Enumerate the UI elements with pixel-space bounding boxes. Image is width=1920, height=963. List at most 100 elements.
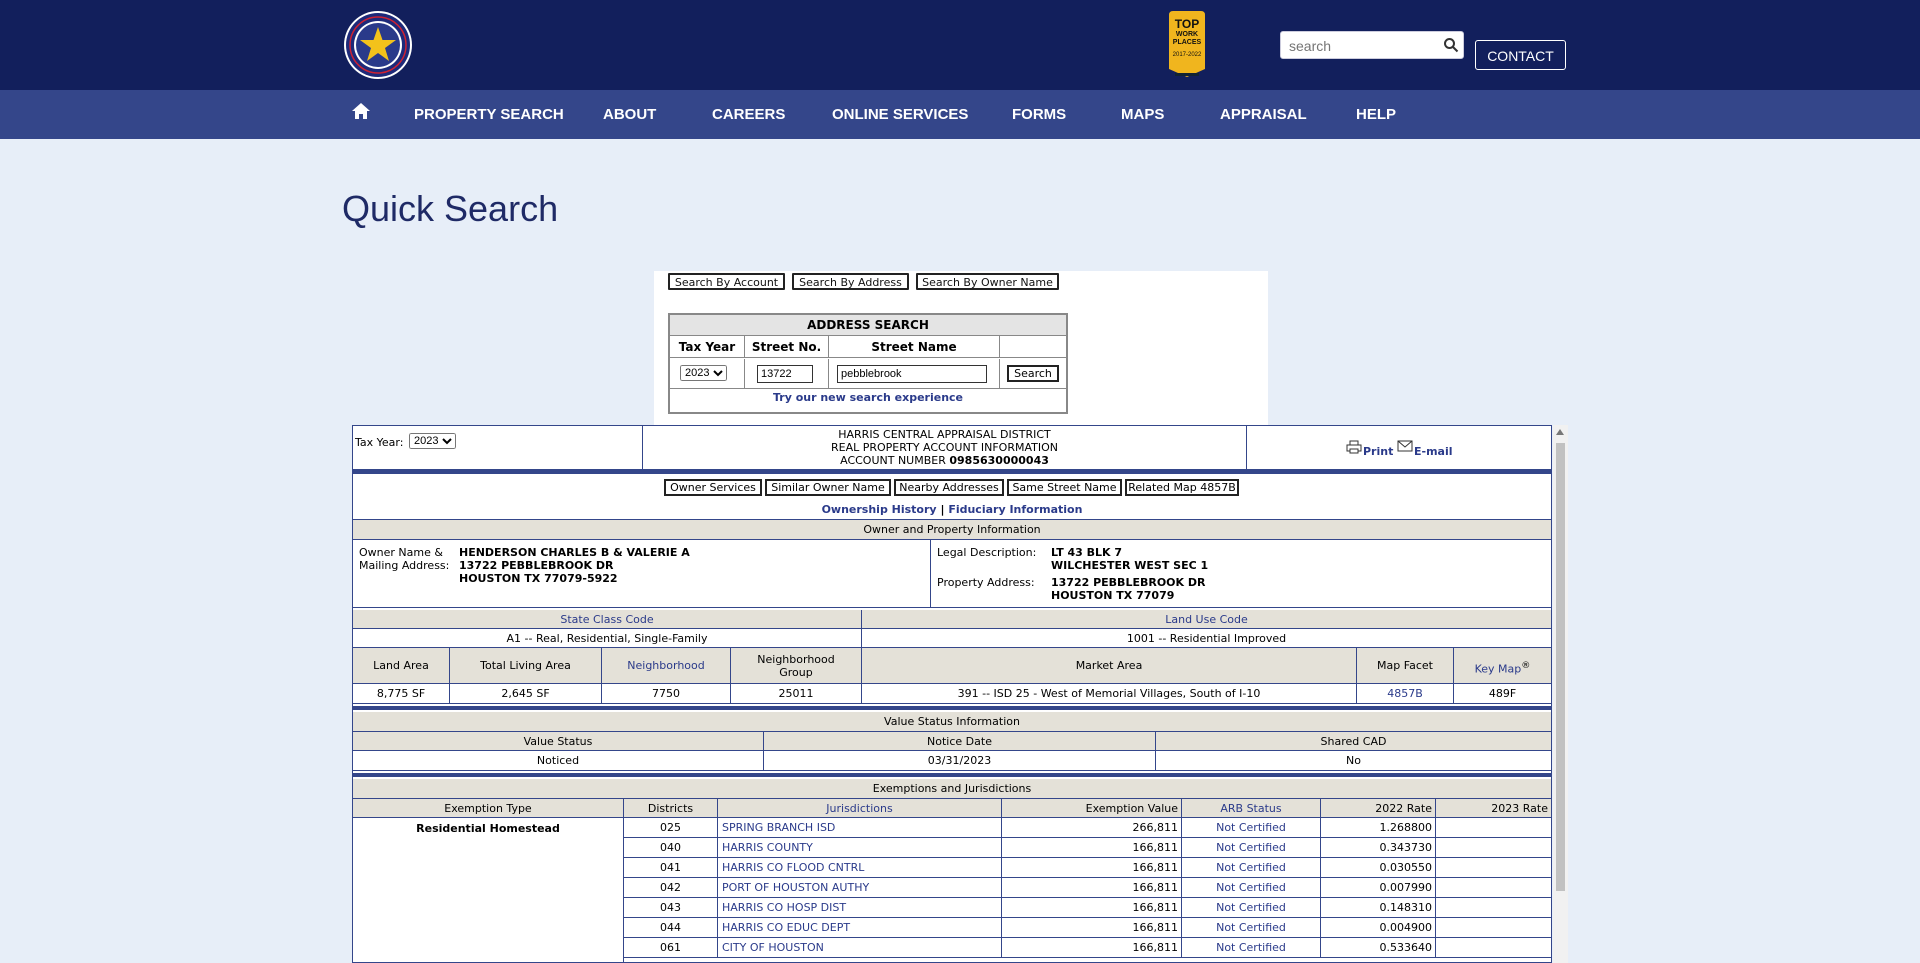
jurisdiction-arb[interactable]: Not Certified [1182,838,1321,857]
jurisdiction-arb[interactable]: Not Certified [1182,858,1321,877]
email-link[interactable]: E-mail [1414,445,1453,458]
home-icon[interactable] [351,101,371,121]
tax-year-select[interactable]: 2023 [680,365,727,381]
jurisdiction-district: 040 [624,838,718,857]
ex-col-type: Exemption Type [353,799,624,818]
account-tax-year-select[interactable]: 2023 [409,433,456,449]
same-street-button[interactable]: Same Street Name [1007,479,1122,496]
ex-col-jurisdictions[interactable]: Jurisdictions [718,799,1002,818]
address-search-form: ADDRESS SEARCH Tax Year Street No. Stree… [668,313,1068,414]
value-status-label: Value Status [353,732,764,751]
nav-maps[interactable]: MAPS [1121,90,1164,139]
jurisdiction-rate2022: 0.533640 [1321,938,1436,957]
main-nav: PROPERTY SEARCH ABOUT CAREERS ONLINE SER… [0,90,1920,139]
nav-online-services[interactable]: ONLINE SERVICES [832,90,968,139]
jurisdiction-arb[interactable]: Not Certified [1182,818,1321,837]
new-search-link[interactable]: Try our new search experience [670,391,1066,404]
account-number-line: ACCOUNT NUMBER 0985630000043 [643,454,1246,467]
account-tools-row: Owner Services Similar Owner Name Nearby… [353,476,1551,500]
nav-forms[interactable]: FORMS [1012,90,1066,139]
address-search-title: ADDRESS SEARCH [670,315,1066,336]
jurisdiction-name[interactable]: HARRIS COUNTY [718,838,1002,857]
jurisdiction-value: 166,811 [1002,918,1182,937]
map-facet-link[interactable]: 4857B [1357,684,1454,704]
nbhd-group-value: 25011 [731,684,862,704]
exemptions-header: Exemptions and Jurisdictions [353,779,1551,799]
account-title-cell: HARRIS CENTRAL APPRAISAL DISTRICT REAL P… [643,426,1247,470]
nearby-addresses-button[interactable]: Nearby Addresses [894,479,1004,496]
jurisdiction-name[interactable]: SPRING BRANCH ISD [718,818,1002,837]
state-class-label[interactable]: State Class Code [353,610,862,629]
key-map-value: 489F [1488,687,1517,700]
jurisdiction-row: 042 PORT OF HOUSTON AUTHY 166,811 Not Certi… [624,878,1551,898]
nav-help[interactable]: HELP [1356,90,1396,139]
fiduciary-link[interactable]: Fiduciary Information [948,503,1082,516]
account-scrollbar[interactable] [1553,425,1568,963]
jurisdiction-rate2023 [1436,878,1551,897]
key-map-label[interactable]: Key Map® [1454,648,1551,684]
ownership-history-link[interactable]: Ownership History [822,503,937,516]
site-search [1280,31,1464,59]
search-icon[interactable] [1443,37,1459,53]
jurisdiction-name[interactable]: HARRIS CO HOSP DIST [718,898,1002,917]
email-icon[interactable] [1397,440,1413,452]
hcad-logo[interactable] [342,9,414,81]
jurisdiction-arb[interactable]: Not Certified [1182,938,1321,957]
jurisdiction-row: 025 SPRING BRANCH ISD 266,811 Not Certified… [624,818,1551,838]
scroll-thumb[interactable] [1556,443,1565,891]
separator [353,706,1551,710]
search-by-owner-button[interactable]: Search By Owner Name [916,273,1059,290]
site-search-input[interactable] [1287,36,1441,56]
land-use-value: 1001 -- Residential Improved [1126,632,1287,645]
jurisdiction-rate2023 [1436,818,1551,837]
market-area-value: 391 -- ISD 25 - West of Memorial Village… [862,684,1357,704]
owner-city: HOUSTON TX 77079-5922 [459,572,618,585]
link-divider: | [940,503,945,516]
jurisdiction-arb[interactable]: Not Certified [1182,918,1321,937]
owner-services-button[interactable]: Owner Services [664,479,762,496]
nav-appraisal[interactable]: APPRAISAL [1220,90,1307,139]
jurisdiction-name[interactable]: PORT OF HOUSTON AUTHY [718,878,1002,897]
quick-search-panel: Search By Account Search By Address Sear… [654,271,1268,425]
nav-careers[interactable]: CAREERS [712,90,785,139]
nav-about[interactable]: ABOUT [603,90,656,139]
account-header-row: Tax Year: 2023 HARRIS CENTRAL APPRAISAL … [353,426,1551,470]
land-use-label[interactable]: Land Use Code [862,610,1551,629]
jurisdiction-name[interactable]: HARRIS CO FLOOD CNTRL [718,858,1002,877]
shared-cad-value: No [1346,754,1361,767]
ex-col-arb[interactable]: ARB Status [1182,799,1321,818]
shared-cad-label: Shared CAD [1320,735,1387,748]
related-map-button[interactable]: Related Map 4857B [1125,479,1239,496]
jurisdiction-arb[interactable]: Not Certified [1182,878,1321,897]
value-status-value: Noticed [353,751,764,771]
jurisdiction-name[interactable]: CITY OF HOUSTON [718,938,1002,957]
jurisdiction-value: 166,811 [1002,858,1182,877]
neighborhood-label[interactable]: Neighborhood [602,648,731,684]
class-code-header-row: State Class Code Land Use Code [353,610,1551,629]
jurisdiction-name[interactable]: HARRIS CO EDUC DEPT [718,918,1002,937]
search-by-address-button[interactable]: Search By Address [792,273,909,290]
printer-icon[interactable] [1346,440,1362,454]
street-no-cell [745,359,829,389]
scroll-up-icon[interactable] [1556,429,1564,435]
print-link[interactable]: Print [1363,445,1393,458]
account-details-frame: Tax Year: 2023 HARRIS CENTRAL APPRAISAL … [352,425,1552,963]
property-line-2: HOUSTON TX 77079 [1051,589,1175,602]
jurisdiction-rate2023 [1436,838,1551,857]
account-number-label: ACCOUNT NUMBER [840,454,946,467]
tax-year-label: Tax Year: [355,436,404,449]
ex-col-districts: Districts [624,799,718,818]
contact-button[interactable]: CONTACT [1475,40,1566,70]
jurisdiction-row: 040 HARRIS COUNTY 166,811 Not Certified 0.34… [624,838,1551,858]
search-by-account-button[interactable]: Search By Account [668,273,785,290]
jurisdiction-arb[interactable]: Not Certified [1182,898,1321,917]
street-name-input[interactable] [837,365,987,383]
key-map-text[interactable]: Key Map [1475,663,1522,676]
neighborhood-value: 7750 [602,684,731,704]
address-search-button[interactable]: Search [1007,365,1059,382]
nav-property-search[interactable]: PROPERTY SEARCH [414,90,564,139]
value-status-header: Value Status Information [353,712,1551,732]
street-no-input[interactable] [757,365,813,383]
similar-owner-button[interactable]: Similar Owner Name [765,479,891,496]
print-email-cell: Print E-mail [1247,426,1551,470]
